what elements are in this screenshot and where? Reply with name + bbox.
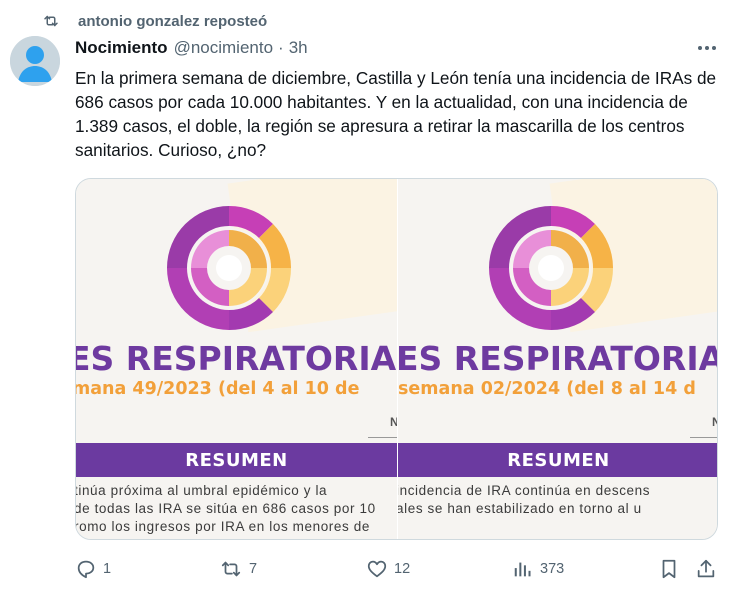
bookmark-button[interactable]: [658, 556, 680, 582]
like-button[interactable]: 12: [366, 556, 410, 582]
analytics-icon: [512, 558, 534, 580]
summary-line: ales se han estabilizado en torno al u: [398, 501, 642, 516]
author-name[interactable]: Nocimiento: [75, 38, 168, 58]
summary-label: RESUMEN: [507, 449, 610, 471]
media-title: ES RESPIRATORIAS: [76, 339, 397, 378]
media-week: semana 02/2024 (del 8 al 14 d: [398, 379, 696, 399]
more-options-icon[interactable]: [695, 38, 719, 58]
media-marker: N: [390, 415, 397, 429]
media-marker: N: [712, 415, 717, 429]
tweet-header: Nocimiento @nocimiento · 3h: [75, 38, 308, 58]
media-image-right[interactable]: ES RESPIRATORIAS semana 02/2024 (del 8 a…: [398, 179, 718, 539]
repost-icon: [219, 558, 243, 580]
repost-count: 7: [249, 561, 258, 577]
tweet-media[interactable]: ES RESPIRATORIAS mana 49/2023 (del 4 al …: [75, 178, 718, 540]
reply-icon: [75, 558, 97, 580]
repost-label[interactable]: antonio gonzalez reposteó: [78, 13, 267, 30]
summary-line: de todas las IRA se sitúa en 686 casos p…: [76, 501, 376, 516]
heart-icon: [366, 558, 388, 580]
repost-header: antonio gonzalez reposteó: [40, 10, 267, 32]
media-week: mana 49/2023 (del 4 al 10 de: [76, 379, 360, 399]
summary-line: romo los ingresos por IRA en los menores…: [76, 519, 370, 534]
media-image-left[interactable]: ES RESPIRATORIAS mana 49/2023 (del 4 al …: [76, 179, 397, 539]
action-bar: 1 7 12 373: [75, 556, 720, 582]
repost-button[interactable]: 7: [219, 556, 257, 582]
respiratory-logo-icon: [164, 203, 294, 333]
view-count: 373: [540, 561, 565, 577]
tweet-text: En la primera semana de diciembre, Casti…: [75, 68, 717, 160]
media-title: ES RESPIRATORIAS: [398, 339, 718, 378]
summary-line: incidencia de IRA continúa en descens: [398, 483, 651, 498]
bookmark-icon: [658, 558, 680, 580]
share-icon: [695, 558, 717, 580]
author-handle[interactable]: @nocimiento: [174, 38, 273, 58]
divider-line: [690, 437, 717, 438]
summary-line: tinúa próxima al umbral epidémico y la: [76, 483, 328, 498]
summary-label: RESUMEN: [185, 449, 288, 471]
separator-dot: ·: [278, 38, 284, 57]
tweet-time[interactable]: 3h: [289, 38, 308, 58]
like-count: 12: [394, 561, 411, 577]
repost-icon: [40, 10, 62, 32]
avatar[interactable]: [10, 36, 60, 86]
reply-count: 1: [103, 561, 112, 577]
views-button[interactable]: 373: [512, 556, 564, 582]
respiratory-logo-icon: [486, 203, 616, 333]
divider-line: [368, 437, 397, 438]
share-button[interactable]: [695, 556, 717, 582]
reply-button[interactable]: 1: [75, 556, 111, 582]
